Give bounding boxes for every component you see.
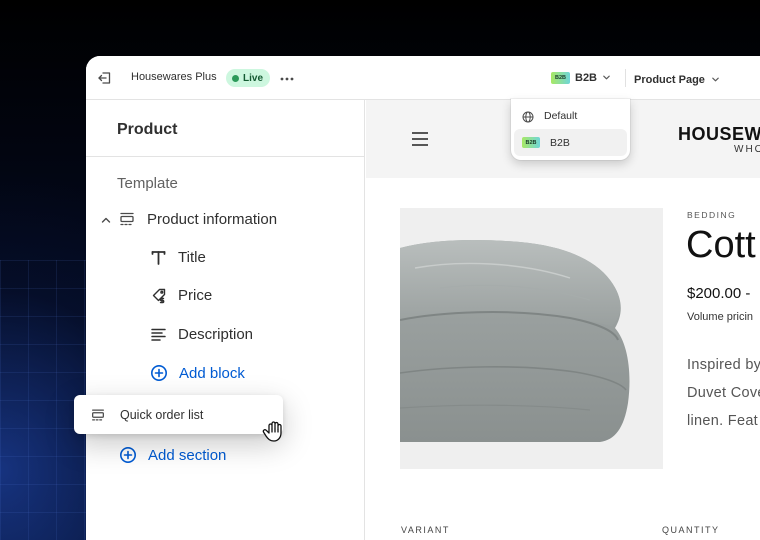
block-description-label: Description	[178, 326, 254, 343]
section-icon	[118, 210, 136, 228]
store-name: Housewares Plus	[131, 71, 217, 83]
live-status-badge: Live	[226, 69, 271, 87]
chevron-down-icon	[602, 69, 611, 87]
dropdown-item-b2b[interactable]: B2B B2B	[514, 129, 627, 156]
b2b-chip-icon: B2B	[551, 72, 570, 84]
section-product-information[interactable]: Product information	[100, 210, 277, 228]
product-title: Cott	[686, 224, 756, 266]
paragraph-icon	[150, 326, 167, 343]
section-icon	[90, 407, 106, 423]
more-options-icon[interactable]	[279, 72, 295, 84]
store-preview: HOUSEW WHO	[366, 100, 760, 540]
section-label: Product information	[147, 210, 278, 228]
template-label: Template	[117, 175, 178, 192]
top-bar: Housewares Plus Live B2B B2B Product Pag…	[86, 56, 760, 100]
volume-pricing-text: Volume pricin	[687, 311, 754, 323]
live-dot-icon	[232, 74, 239, 82]
context-dropdown: Default B2B B2B	[511, 99, 630, 160]
context-selector[interactable]: B2B B2B	[551, 69, 611, 87]
live-status-text: Live	[243, 72, 264, 84]
dropdown-item-default[interactable]: Default	[514, 102, 627, 129]
globe-icon	[522, 110, 534, 122]
editor-window: Housewares Plus Live B2B B2B Product Pag…	[86, 56, 760, 540]
block-title[interactable]: Title	[150, 249, 206, 266]
text-icon	[150, 249, 167, 266]
product-price: $200.00 -	[687, 285, 751, 302]
block-description[interactable]: Description	[150, 326, 253, 343]
plus-circle-icon	[150, 364, 168, 382]
dragged-section-label: Quick order list	[120, 407, 204, 422]
exit-icon[interactable]	[97, 70, 113, 86]
chevron-up-icon[interactable]	[100, 213, 112, 225]
chevron-down-icon	[711, 71, 720, 89]
page-label: Product Page	[634, 74, 705, 86]
variant-column-header: VARIANT	[401, 525, 450, 535]
block-title-label: Title	[178, 249, 206, 266]
dragged-section-card[interactable]: Quick order list	[74, 395, 283, 434]
brand-subtitle: WHO	[734, 144, 760, 155]
product-description-line: Duvet Cove	[687, 385, 760, 401]
add-block-button[interactable]: Add block	[150, 364, 245, 382]
add-block-label: Add block	[179, 364, 245, 382]
dropdown-item-label: Default	[544, 109, 578, 122]
plus-circle-icon	[119, 446, 137, 464]
add-section-label: Add section	[148, 446, 227, 464]
sidebar: Product Template Product information Tit…	[86, 100, 365, 540]
brand-logo[interactable]: HOUSEW	[678, 124, 760, 145]
block-price-label: Price	[178, 287, 213, 304]
hamburger-menu-icon[interactable]	[412, 132, 428, 146]
b2b-chip-icon: B2B	[522, 137, 540, 148]
product-image[interactable]	[400, 208, 663, 469]
block-price[interactable]: Price	[150, 287, 212, 304]
sidebar-divider	[86, 156, 365, 157]
sidebar-title: Product	[117, 121, 178, 138]
topbar-divider	[625, 69, 626, 87]
product-category: BEDDING	[687, 210, 737, 220]
dropdown-item-label: B2B	[550, 136, 570, 149]
page-selector[interactable]: Product Page	[634, 71, 720, 89]
grab-hand-cursor-icon	[262, 418, 288, 444]
context-label: B2B	[575, 72, 598, 84]
add-section-button[interactable]: Add section	[119, 446, 226, 464]
price-tag-icon	[150, 287, 167, 304]
product-description-line: Inspired by	[687, 357, 760, 373]
quantity-column-header: QUANTITY	[662, 525, 720, 535]
product-description-line: linen. Feat	[687, 413, 759, 429]
